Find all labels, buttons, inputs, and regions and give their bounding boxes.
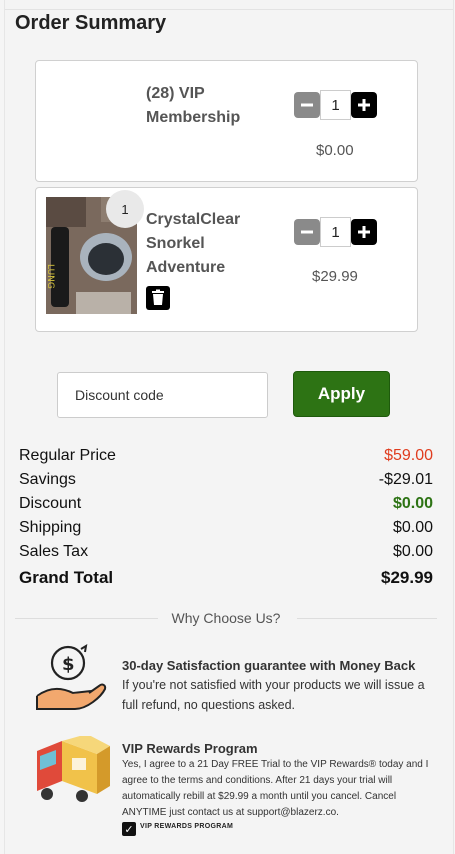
sales-tax-value: $0.00 xyxy=(392,543,433,560)
svg-text:LUNG: LUNG xyxy=(46,264,55,289)
guarantee-title: 30-day Satisfaction guarantee with Money… xyxy=(122,658,416,673)
order-summary-panel: Order Summary (28) VIP Membership 1 $0.0… xyxy=(4,0,454,854)
regular-price-value: $59.00 xyxy=(384,447,433,464)
money-hand-icon: $ xyxy=(31,641,109,713)
divider-line-right xyxy=(297,618,437,619)
plus-icon[interactable] xyxy=(351,219,377,245)
vip-text: Yes, I agree to a 21 Day FREE Trial to t… xyxy=(122,759,429,818)
page-title: Order Summary xyxy=(15,12,167,34)
item-price: $29.99 xyxy=(312,268,358,285)
sales-tax-label: Sales Tax xyxy=(19,543,89,560)
regular-price-label: Regular Price xyxy=(19,447,116,464)
check-icon: ✓ xyxy=(124,823,134,836)
vip-checkbox-label: VIP REWARDS PROGRAM xyxy=(140,823,234,830)
apply-button[interactable]: Apply xyxy=(293,371,390,417)
vip-title: VIP Rewards Program xyxy=(122,741,258,756)
shipping-value: $0.00 xyxy=(392,519,433,536)
shipping-label: Shipping xyxy=(19,519,82,536)
savings-label: Savings xyxy=(19,471,76,488)
cart-item-vip: (28) VIP Membership 1 $0.00 xyxy=(35,60,418,182)
minus-icon[interactable] xyxy=(294,92,320,118)
item-price: $0.00 xyxy=(316,142,354,159)
discount-row: Discount $0.00 xyxy=(19,495,433,513)
grand-total-label: Grand Total xyxy=(19,568,114,587)
minus-icon[interactable] xyxy=(294,219,320,245)
trash-icon[interactable] xyxy=(146,286,170,310)
cart-item-snorkel: LUNG 1 CrystalClear Snorkel Adventure 1 xyxy=(35,187,418,332)
grand-total-value: $29.99 xyxy=(381,568,433,587)
quantity-stepper: 1 xyxy=(294,217,377,247)
product-name: (28) VIP Membership xyxy=(146,85,241,126)
sales-tax-row: Sales Tax $0.00 xyxy=(19,543,433,561)
plus-icon[interactable] xyxy=(351,92,377,118)
savings-value: -$29.01 xyxy=(378,471,433,488)
quantity-input[interactable]: 1 xyxy=(320,90,351,120)
quantity-stepper: 1 xyxy=(294,90,377,120)
quantity-input[interactable]: 1 xyxy=(320,217,351,247)
delivery-truck-icon xyxy=(32,734,112,804)
svg-text:$: $ xyxy=(62,654,75,675)
discount-value: $0.00 xyxy=(392,495,433,512)
why-choose-us-divider: Why Choose Us? xyxy=(15,608,437,628)
discount-code-input[interactable]: Discount code xyxy=(57,372,268,418)
shipping-row: Shipping $0.00 xyxy=(19,519,433,537)
discount-label: Discount xyxy=(19,495,82,512)
grand-total-row: Grand Total $29.99 xyxy=(19,568,433,588)
vip-checkbox[interactable]: ✓ xyxy=(122,822,136,836)
top-divider xyxy=(5,9,453,10)
product-name: CrystalClear Snorkel Adventure xyxy=(146,211,241,276)
guarantee-text: If you're not satisfied with your produc… xyxy=(122,678,425,712)
regular-price-row: Regular Price $59.00 xyxy=(19,447,433,465)
quantity-badge: 1 xyxy=(106,190,144,228)
savings-row: Savings -$29.01 xyxy=(19,471,433,489)
